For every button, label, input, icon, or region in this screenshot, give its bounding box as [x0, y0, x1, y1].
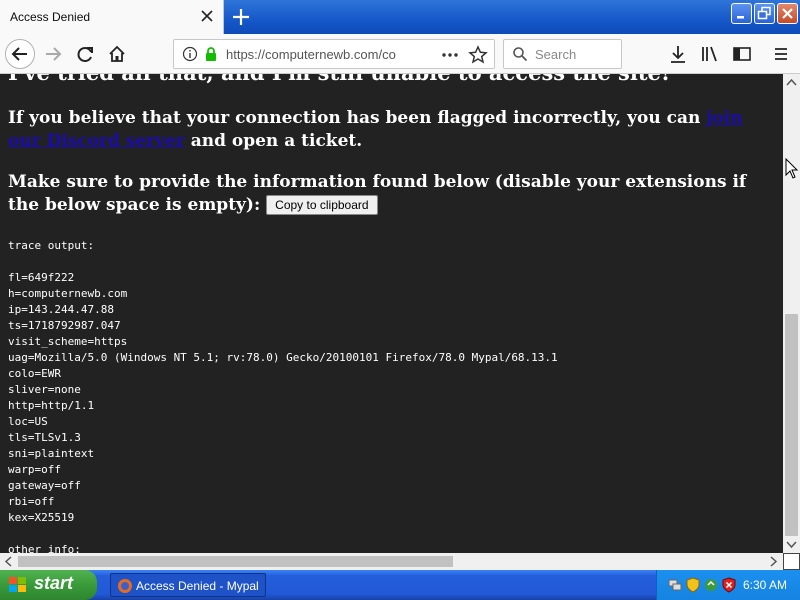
forward-arrow-icon[interactable] — [39, 40, 67, 68]
security-shield-icon[interactable] — [685, 577, 701, 593]
minimize-button[interactable] — [731, 3, 752, 24]
start-button[interactable]: start — [0, 570, 97, 600]
back-button[interactable] — [5, 39, 35, 69]
section-heading: I've tried all that, and I'm still unabl… — [8, 74, 670, 85]
back-arrow-icon — [11, 47, 27, 61]
close-window-button[interactable] — [777, 3, 798, 24]
close-tab-icon[interactable] — [198, 7, 216, 25]
menu-icon[interactable] — [767, 40, 795, 68]
search-box[interactable]: Search — [503, 39, 622, 69]
restore-button[interactable] — [754, 3, 775, 24]
library-icon[interactable] — [696, 40, 724, 68]
system-tray: 6:30 AM — [656, 570, 800, 600]
minimize-icon — [737, 16, 744, 19]
navigation-toolbar: https://computernewb.com/co Search — [0, 34, 800, 74]
url-text: https://computernewb.com/co — [226, 47, 396, 62]
downloads-icon[interactable] — [664, 40, 692, 68]
tab-access-denied[interactable]: Access Denied — [0, 0, 224, 34]
scrollbar-corner — [783, 553, 800, 570]
horizontal-scroll-thumb[interactable] — [18, 556, 453, 567]
taskbar: start Access Denied - Mypal 6:30 AM — [0, 570, 800, 600]
page-content: I've tried all that, and I'm still unabl… — [0, 74, 783, 553]
clock: 6:30 AM — [743, 578, 788, 592]
scroll-right-icon[interactable] — [769, 556, 778, 567]
page-actions-icon[interactable] — [440, 47, 460, 63]
sidebar-icon[interactable] — [728, 40, 756, 68]
copy-to-clipboard-button[interactable]: Copy to clipboard — [266, 195, 378, 215]
update-tray-icon[interactable] — [703, 577, 719, 593]
scroll-up-icon[interactable] — [786, 78, 797, 87]
info-icon[interactable] — [182, 46, 198, 62]
info-paragraph: Make sure to provide the information fou… — [8, 171, 776, 217]
scroll-left-icon[interactable] — [4, 556, 13, 567]
mypal-app-icon — [118, 579, 132, 593]
bookmark-star-icon[interactable] — [468, 45, 488, 65]
tab-title: Access Denied — [10, 10, 91, 24]
title-bar: Access Denied — [0, 0, 800, 34]
paragraph-text: If you believe that your connection has … — [8, 108, 707, 128]
start-label: start — [34, 573, 74, 593]
address-bar[interactable]: https://computernewb.com/co — [173, 39, 495, 69]
reload-icon[interactable] — [71, 40, 99, 68]
restore-icon — [757, 6, 771, 20]
vertical-scrollbar[interactable] — [783, 74, 800, 553]
alert-shield-icon[interactable] — [721, 577, 737, 593]
taskbar-item-mypal[interactable]: Access Denied - Mypal — [110, 573, 266, 597]
home-icon[interactable] — [103, 40, 131, 68]
new-tab-icon[interactable] — [229, 5, 253, 29]
lock-icon[interactable] — [203, 46, 219, 62]
windows-logo-icon — [9, 577, 26, 592]
trace-output: trace output: fl=649f222 h=computernewb.… — [8, 239, 558, 553]
search-icon — [513, 47, 528, 62]
mouse-cursor-icon — [785, 158, 799, 179]
taskbar-item-label: Access Denied - Mypal — [136, 579, 259, 593]
search-placeholder: Search — [535, 47, 577, 62]
close-icon — [782, 8, 793, 19]
paragraph-text: and open a ticket. — [184, 131, 363, 151]
vertical-scroll-thumb[interactable] — [785, 314, 798, 536]
scroll-down-icon[interactable] — [786, 540, 797, 549]
network-tray-icon[interactable] — [667, 577, 683, 593]
discord-paragraph: If you believe that your connection has … — [8, 107, 776, 153]
horizontal-scrollbar[interactable] — [0, 553, 783, 570]
